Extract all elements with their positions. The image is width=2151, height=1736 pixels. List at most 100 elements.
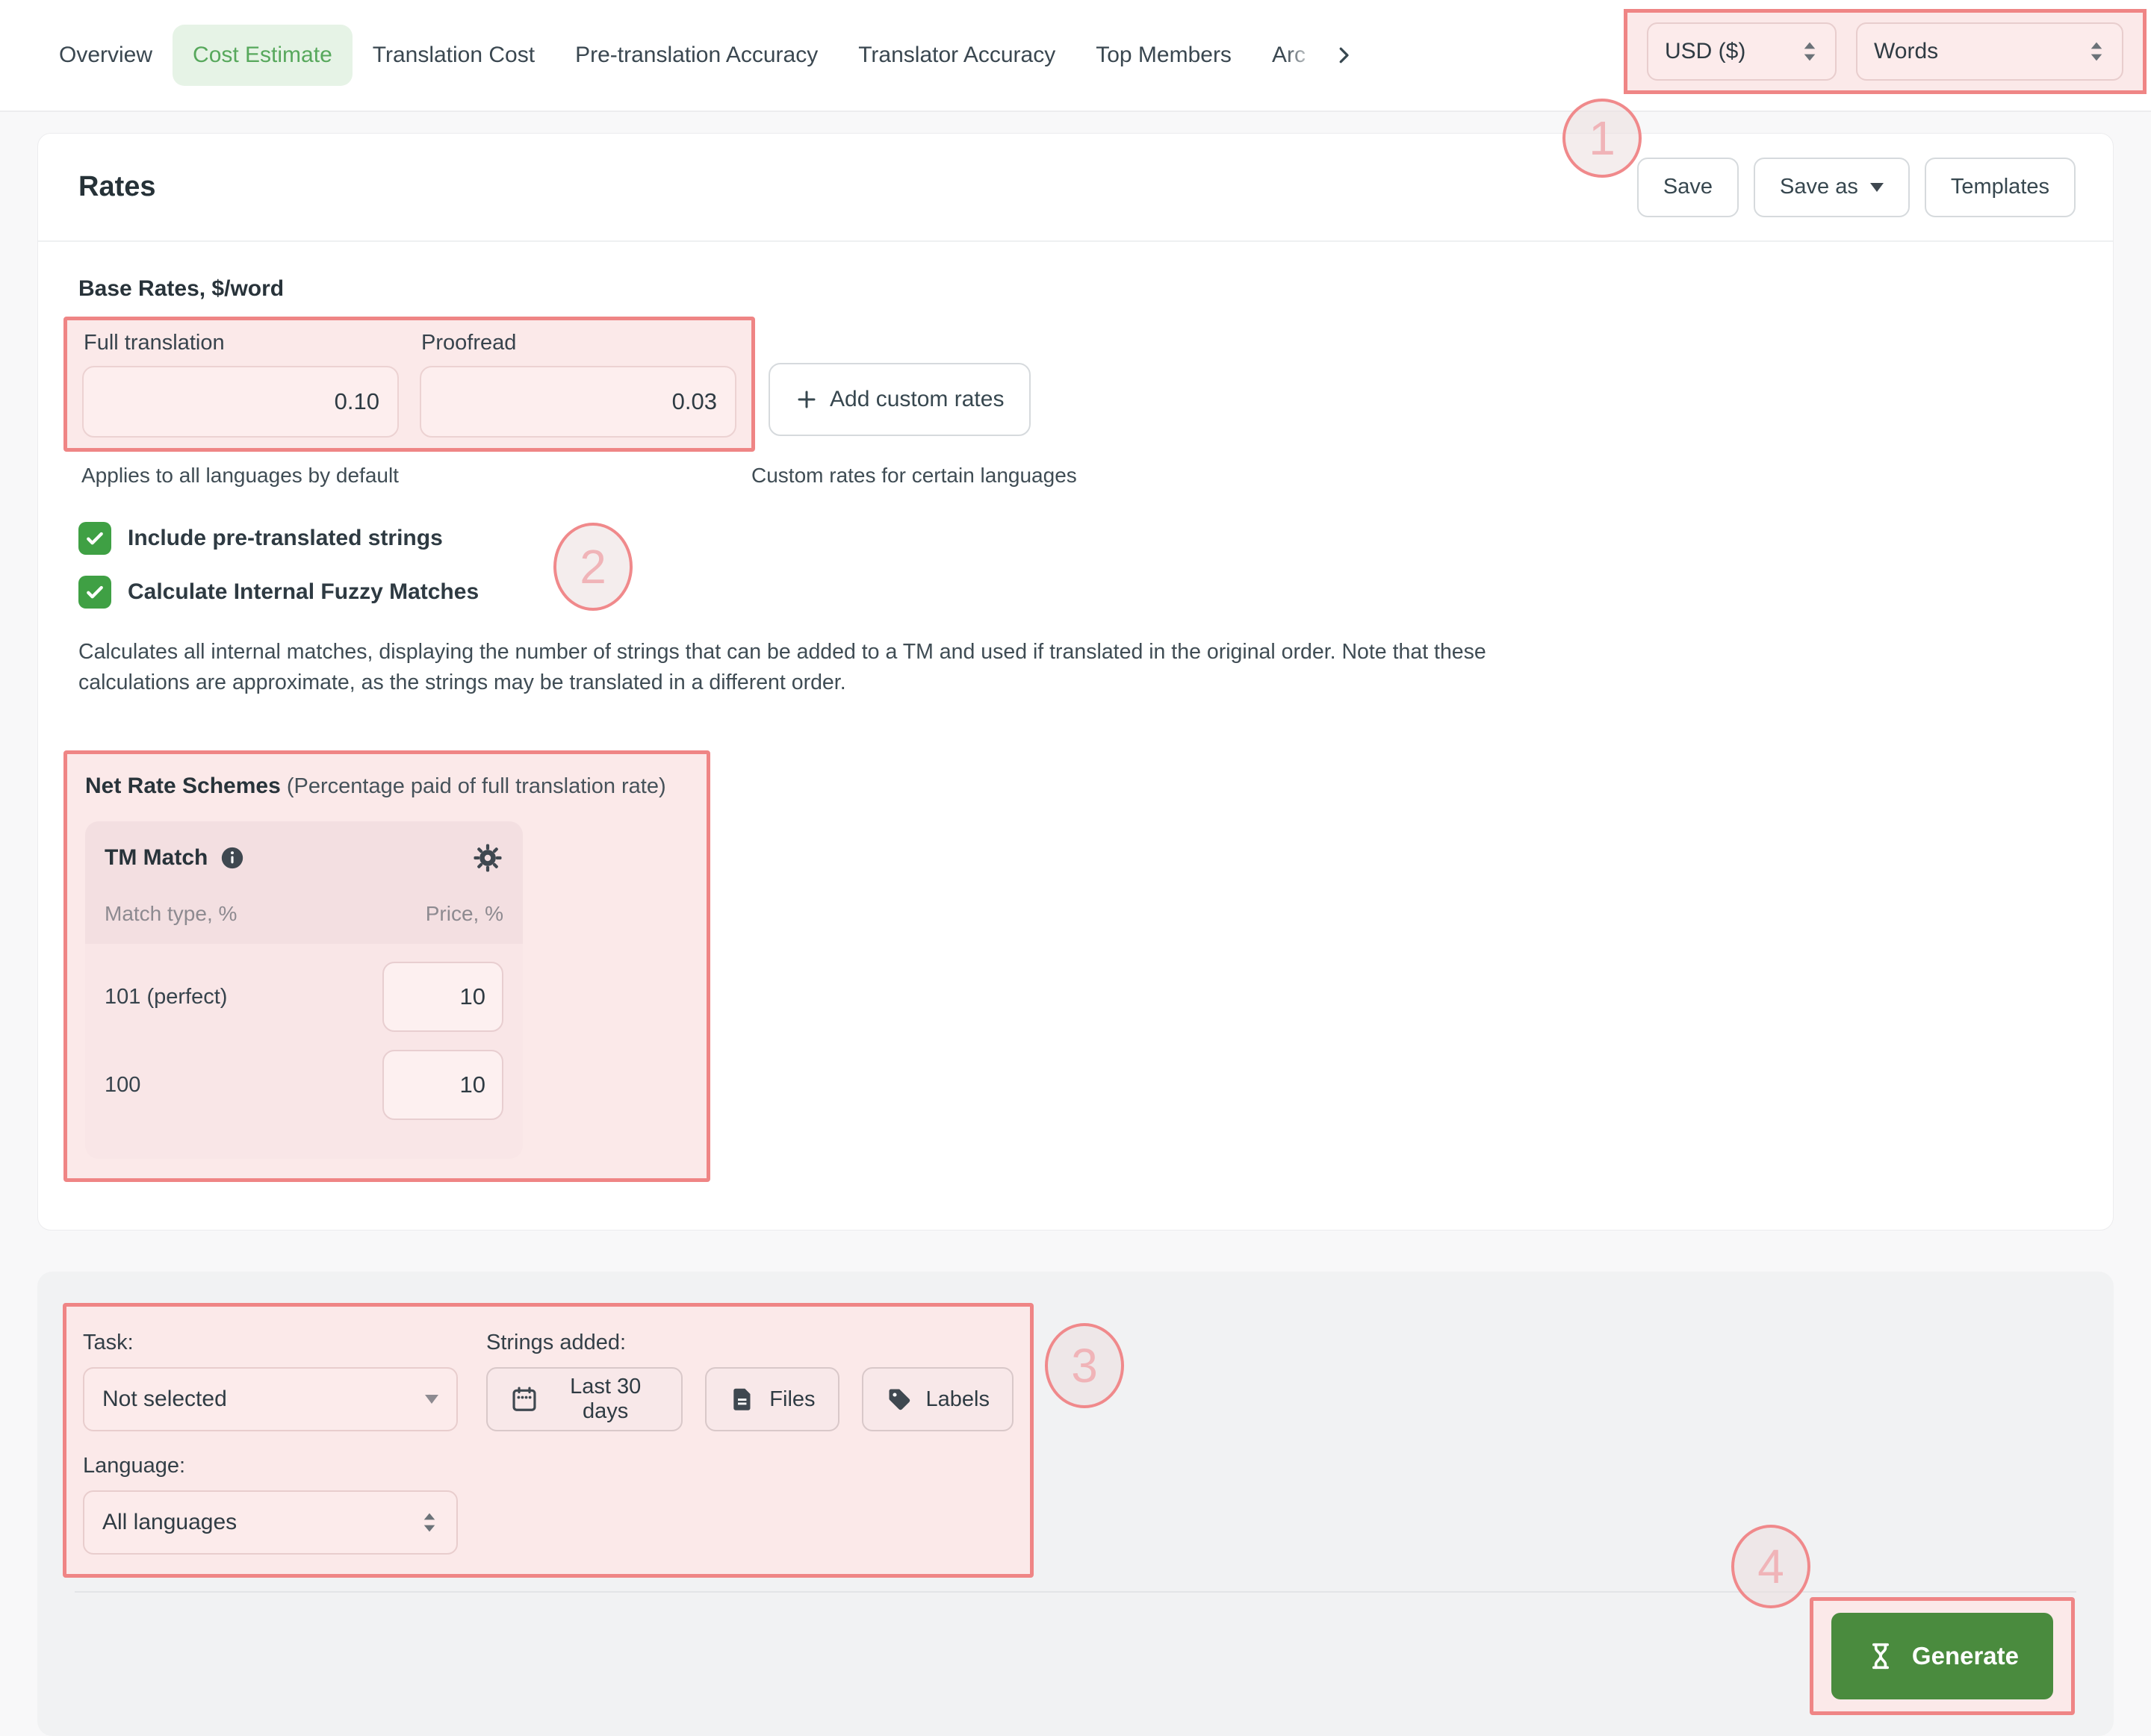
price-column-label: Price, % — [426, 902, 503, 926]
updown-arrows-icon — [1801, 40, 1819, 63]
unit-select[interactable]: Words — [1856, 22, 2123, 81]
annotation-step-3: 3 — [1045, 1323, 1124, 1408]
task-select[interactable]: Not selected — [83, 1367, 458, 1431]
highlight-box-generate: Generate — [1810, 1597, 2075, 1715]
tm-match-card-body: 101 (perfect) 100 — [85, 944, 523, 1159]
report-content: Rates Save Save as Templates Base Rates,… — [0, 112, 2151, 1736]
cost-estimate-report-page: { "colors": { "accent_green": "#57a85c",… — [0, 0, 2151, 1681]
base-rates-row: Full translation Proofread Add custom ra… — [78, 317, 2073, 452]
generate-button-label: Generate — [1912, 1642, 2019, 1670]
tab-archived-truncated[interactable]: Arc — [1252, 25, 1323, 86]
save-as-button[interactable]: Save as — [1754, 158, 1910, 217]
currency-select-value: USD ($) — [1665, 39, 1745, 64]
full-translation-field: Full translation — [82, 329, 399, 438]
save-as-button-label: Save as — [1780, 175, 1858, 199]
chevron-right-icon — [1332, 44, 1355, 66]
calendar-icon — [510, 1385, 538, 1413]
proofread-field: Proofread — [420, 329, 736, 438]
caret-down-icon — [1870, 183, 1884, 192]
strings-added-label: Strings added: — [486, 1331, 1014, 1355]
tm-match-row-100: 100 — [105, 1050, 503, 1120]
checkmark-icon — [84, 527, 106, 550]
generate-button[interactable]: Generate — [1831, 1613, 2053, 1699]
tabs-overflow-button[interactable] — [1325, 37, 1362, 74]
tm-match-columns: Match type, % Price, % — [105, 902, 503, 926]
unit-select-value: Words — [1874, 39, 1938, 64]
proofread-label: Proofread — [421, 331, 736, 355]
filter-labels-row: Task: Not selected Strings added: — [83, 1331, 1014, 1431]
match-101-price-input[interactable] — [382, 962, 503, 1032]
tag-icon — [886, 1386, 913, 1413]
tm-match-row-101: 101 (perfect) — [105, 962, 503, 1032]
highlight-box-filters: Task: Not selected Strings added: — [63, 1303, 1034, 1578]
files-filter-button[interactable]: Files — [705, 1367, 839, 1431]
tab-cost-estimate[interactable]: Cost Estimate — [173, 25, 353, 86]
full-translation-label: Full translation — [84, 331, 399, 355]
labels-filter-label: Labels — [926, 1387, 990, 1412]
match-type-column-label: Match type, % — [105, 902, 237, 926]
rates-card-body: Base Rates, $/word Full translation Proo… — [38, 242, 2113, 1230]
updown-arrows-icon — [2088, 40, 2105, 63]
rates-card-header: Rates Save Save as Templates — [38, 134, 2113, 242]
tab-translator-accuracy[interactable]: Translator Accuracy — [838, 25, 1076, 86]
task-label: Task: — [83, 1331, 486, 1355]
tm-settings-button[interactable] — [472, 842, 503, 874]
tm-match-card: TM Match — [85, 821, 523, 1159]
annotation-step-4: 4 — [1731, 1525, 1810, 1608]
rates-card: Rates Save Save as Templates Base Rates,… — [37, 133, 2114, 1231]
match-100-label: 100 — [105, 1073, 140, 1098]
include-pretranslated-label: Include pre-translated strings — [128, 526, 443, 551]
files-filter-label: Files — [769, 1387, 815, 1412]
language-select-value: All languages — [102, 1510, 237, 1535]
language-select[interactable]: All languages — [83, 1490, 458, 1555]
info-icon[interactable] — [220, 845, 245, 871]
generate-row: Generate — [75, 1593, 2076, 1715]
checkbox-internal-fuzzy-checked[interactable] — [78, 576, 111, 609]
currency-select[interactable]: USD ($) — [1647, 22, 1837, 81]
rates-title: Rates — [78, 171, 156, 203]
report-tab-bar: Overview Cost Estimate Translation Cost … — [0, 0, 2151, 112]
option-include-pretranslated: Include pre-translated strings — [78, 522, 2073, 555]
checkbox-include-pretranslated-checked[interactable] — [78, 522, 111, 555]
save-button-label: Save — [1663, 175, 1713, 199]
annotation-step-2: 2 — [553, 523, 633, 611]
net-rate-schemes-heading: Net Rate Schemes (Percentage paid of ful… — [85, 774, 689, 799]
match-100-price-input[interactable] — [382, 1050, 503, 1120]
labels-filter-button[interactable]: Labels — [862, 1367, 1014, 1431]
tab-overview[interactable]: Overview — [39, 25, 173, 86]
base-rates-notes: Applies to all languages by default Cust… — [78, 464, 2073, 491]
tm-match-title: TM Match — [105, 845, 208, 871]
annotation-step-1: 1 — [1562, 99, 1642, 178]
fuzzy-matches-description: Calculates all internal matches, display… — [78, 637, 1509, 698]
tab-top-members[interactable]: Top Members — [1076, 25, 1252, 86]
gear-icon — [472, 842, 503, 874]
task-select-value: Not selected — [102, 1387, 227, 1412]
save-button[interactable]: Save — [1637, 158, 1739, 217]
hourglass-icon — [1866, 1641, 1896, 1671]
highlight-box-units: USD ($) Words — [1624, 9, 2147, 94]
add-custom-rates-button[interactable]: Add custom rates — [769, 363, 1031, 436]
checkmark-icon — [84, 581, 106, 603]
base-rates-heading: Base Rates, $/word — [78, 276, 2073, 302]
date-range-filter-button[interactable]: Last 30 days — [486, 1367, 683, 1431]
language-label: Language: — [83, 1454, 1014, 1478]
add-custom-rates-label: Add custom rates — [830, 387, 1004, 412]
match-101-label: 101 (perfect) — [105, 985, 227, 1009]
plus-icon — [795, 388, 818, 411]
tab-translation-cost[interactable]: Translation Cost — [353, 25, 555, 86]
base-rates-right-note: Custom rates for certain languages — [751, 464, 1077, 488]
proofread-input[interactable] — [420, 366, 736, 438]
net-rate-schemes-title: Net Rate Schemes — [85, 774, 281, 798]
rates-actions: Save Save as Templates — [1637, 158, 2076, 217]
net-rate-schemes-note: (Percentage paid of full translation rat… — [287, 774, 666, 798]
internal-fuzzy-label: Calculate Internal Fuzzy Matches — [128, 579, 479, 605]
tm-match-card-header: TM Match — [85, 821, 523, 944]
highlight-box-net-rate-schemes: Net Rate Schemes (Percentage paid of ful… — [63, 750, 710, 1182]
option-internal-fuzzy: Calculate Internal Fuzzy Matches — [78, 576, 2073, 609]
full-translation-input[interactable] — [82, 366, 399, 438]
highlight-box-base-rates: Full translation Proofread — [63, 317, 755, 452]
templates-button[interactable]: Templates — [1925, 158, 2076, 217]
caret-down-icon — [425, 1395, 438, 1404]
strings-added-filters: Last 30 days Files Labels — [486, 1367, 1014, 1431]
tab-pre-translation-accuracy[interactable]: Pre-translation Accuracy — [555, 25, 838, 86]
